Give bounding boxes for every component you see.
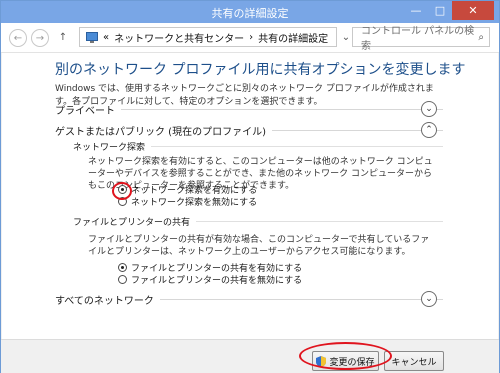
search-input[interactable]: コントロール パネルの検索 ⌕ [352, 26, 490, 52]
section-guest-label: ゲストまたはパブリック (現在のプロファイル) [55, 126, 266, 138]
minimize-button[interactable]: — [404, 1, 428, 20]
section-private-label: プライベート [55, 105, 115, 117]
radio-sharing-off-label[interactable]: ファイルとプリンターの共有を無効にする [131, 273, 302, 286]
breadcrumb-advanced-sharing[interactable]: 共有の詳細設定 [258, 30, 328, 45]
divider [159, 298, 443, 300]
network-discovery-title: ネットワーク探索 [73, 142, 146, 153]
page-title: 別のネットワーク プロファイル用に共有オプションを変更します [55, 62, 466, 78]
divider [271, 129, 443, 131]
expand-private-chevron-icon[interactable]: ⌄ [421, 101, 437, 117]
section-all-networks-label: すべてのネットワーク [55, 295, 154, 307]
main-content: 別のネットワーク プロファイル用に共有オプションを変更します Windows で… [2, 53, 498, 339]
dialog-footer: 変更の保存 キャンセル [1, 339, 499, 373]
file-printer-sharing-header: ファイルとプリンターの共有 [73, 214, 443, 228]
advanced-sharing-window: 共有の詳細設定 — □ ✕ ← → ↑ « ネットワークと共有センター › 共有… [0, 0, 500, 373]
file-printer-sharing-description: ファイルとプリンターの共有が有効な場合、このコンピューターで共有しているファイル… [88, 235, 430, 257]
radio-dot[interactable] [118, 274, 127, 284]
breadcrumb-separator: « [103, 31, 110, 43]
back-arrow-icon[interactable]: ← [9, 29, 27, 47]
expand-all-networks-chevron-icon[interactable]: ⌄ [421, 291, 437, 307]
address-bar[interactable]: « ネットワークと共有センター › 共有の詳細設定 [79, 27, 337, 47]
radio-dot-selected[interactable] [118, 262, 127, 272]
network-discovery-header: ネットワーク探索 [73, 139, 443, 153]
radio-discovery-off-label[interactable]: ネットワーク探索を無効にする [131, 195, 257, 208]
annotation-circle [112, 182, 132, 200]
radio-discovery-on[interactable]: ネットワーク探索を有効にする [118, 183, 257, 196]
breadcrumb-network-center[interactable]: ネットワークと共有センター [114, 30, 244, 45]
cancel-button[interactable]: キャンセル [384, 351, 444, 371]
maximize-button[interactable]: □ [428, 1, 452, 20]
radio-sharing-off[interactable]: ファイルとプリンターの共有を無効にする [118, 273, 302, 286]
annotation-oval [299, 342, 392, 370]
section-private[interactable]: プライベート [55, 101, 443, 117]
search-placeholder: コントロール パネルの検索 [361, 26, 475, 52]
divider [121, 108, 443, 110]
divider [151, 145, 443, 147]
radio-sharing-on[interactable]: ファイルとプリンターの共有を有効にする [118, 261, 302, 274]
file-printer-sharing-title: ファイルとプリンターの共有 [73, 217, 191, 228]
divider [196, 220, 443, 222]
breadcrumb-chevron-icon[interactable]: › [249, 32, 253, 43]
radio-discovery-off[interactable]: ネットワーク探索を無効にする [118, 195, 257, 208]
forward-arrow-icon[interactable]: → [31, 29, 49, 47]
up-arrow-icon[interactable]: ↑ [55, 29, 71, 45]
section-all-networks[interactable]: すべてのネットワーク [55, 291, 443, 307]
section-guest-public[interactable]: ゲストまたはパブリック (現在のプロファイル) [55, 122, 443, 138]
navigation-bar: ← → ↑ « ネットワークと共有センター › 共有の詳細設定 ⌄ ⟳ コントロ… [1, 23, 499, 53]
title-bar[interactable]: 共有の詳細設定 — □ ✕ [1, 1, 499, 23]
search-icon[interactable]: ⌕ [478, 32, 484, 43]
window-controls: — □ ✕ [404, 1, 494, 20]
close-button[interactable]: ✕ [452, 1, 494, 20]
network-center-icon [86, 31, 98, 43]
collapse-guest-chevron-icon[interactable]: ⌃ [421, 122, 437, 138]
